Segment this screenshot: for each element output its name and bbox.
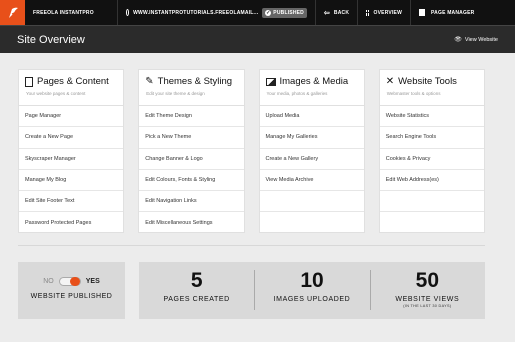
stat-value: 50 xyxy=(415,269,439,292)
page-icon xyxy=(419,9,425,16)
page-manager-label: PAGE MANAGER xyxy=(431,9,475,16)
stat-images: 10 IMAGES UPLOADED xyxy=(254,262,369,319)
stat-note: (IN THE LAST 30 DAYS) xyxy=(403,304,452,308)
card-header: ✕ Website Tools Webmaster tools & options xyxy=(379,70,484,106)
empty-row xyxy=(260,212,364,233)
stat-views: 50 WEBSITE VIEWS (IN THE LAST 30 DAYS) xyxy=(369,262,485,319)
toggle-knob[interactable] xyxy=(69,277,80,286)
toggle-no-label: NO xyxy=(43,278,54,285)
menu-item-page-manager[interactable]: Page Manager xyxy=(19,106,124,128)
top-navigation-bar: FREEOLA INSTANTPRO WWW.INSTANTPROTUTORIA… xyxy=(0,0,515,25)
card-title: Themes & Styling xyxy=(157,76,233,87)
menu-item-manage-blog[interactable]: Manage My Blog xyxy=(19,170,124,192)
back-button[interactable]: ⇦ BACK xyxy=(316,0,358,25)
image-icon xyxy=(265,77,276,86)
card-header: ✎ Themes & Styling Edit your site theme &… xyxy=(139,70,244,106)
globe-icon xyxy=(126,9,130,16)
stat-pages: 5 PAGES CREATED xyxy=(139,262,254,319)
document-icon xyxy=(25,76,33,87)
published-status: PUBLISHED xyxy=(273,9,304,16)
menu-item-create-gallery[interactable]: Create a New Gallery xyxy=(259,149,364,170)
menu-item-manage-galleries[interactable]: Manage My Galleries xyxy=(259,127,364,149)
stat-value: 5 xyxy=(190,269,203,292)
stat-label: WEBSITE VIEWS xyxy=(395,296,460,303)
card-title: Images & Media xyxy=(279,76,349,87)
tools-icon: ✕ xyxy=(385,75,395,87)
menu-item-pick-theme[interactable]: Pick a New Theme xyxy=(139,127,244,149)
menu-item-create-page[interactable]: Create a New Page xyxy=(19,127,124,149)
empty-row xyxy=(259,191,364,213)
arrow-left-icon: ⇦ xyxy=(323,9,330,17)
menu-item-change-banner[interactable]: Change Banner & Logo xyxy=(139,149,244,170)
empty-row xyxy=(379,191,484,213)
stat-label: IMAGES UPLOADED xyxy=(273,296,351,303)
card-subtitle: Webmaster tools & options xyxy=(386,91,441,96)
overview-button[interactable]: OVERVIEW xyxy=(358,0,411,25)
card-pages-content: Pages & Content Your website pages & con… xyxy=(18,69,125,233)
card-title: Pages & Content xyxy=(37,76,109,87)
publish-panel: NO YES WEBSITE PUBLISHED xyxy=(18,262,125,319)
card-subtitle: Edit your site theme & design xyxy=(146,91,205,96)
brand-name: FREEOLA INSTANTPRO xyxy=(25,0,118,25)
paintbrush-icon: ✎ xyxy=(145,75,154,87)
menu-item-upload-media[interactable]: Upload Media xyxy=(259,106,364,128)
site-address-bar[interactable]: WWW.INSTANTPROTUTORIALS.FREEOLAMAIL... ✓… xyxy=(118,0,316,25)
card-themes-styling: ✎ Themes & Styling Edit your site theme &… xyxy=(138,69,245,233)
external-link-icon: 👁 xyxy=(454,37,462,43)
page-header: Site Overview 👁 View Website xyxy=(0,25,515,53)
card-subtitle: Your website pages & content xyxy=(26,91,86,96)
menu-item-edit-footer[interactable]: Edit Site Footer Text xyxy=(19,191,124,213)
freeola-logo-icon[interactable] xyxy=(0,0,25,25)
menu-item-edit-theme[interactable]: Edit Theme Design xyxy=(139,106,244,128)
card-website-tools: ✕ Website Tools Webmaster tools & options… xyxy=(378,69,485,233)
view-website-label: View Website xyxy=(464,36,498,43)
stat-value: 10 xyxy=(300,269,324,292)
card-title: Website Tools xyxy=(398,76,457,87)
overview-label: OVERVIEW xyxy=(373,9,402,16)
site-address: WWW.INSTANTPROTUTORIALS.FREEOLAMAIL... xyxy=(133,9,259,16)
brand-label: FREEOLA INSTANTPRO xyxy=(33,9,94,16)
card-header: Pages & Content Your website pages & con… xyxy=(19,70,124,106)
menu-item-edit-web-address[interactable]: Edit Web Address(es) xyxy=(379,170,484,192)
menu-item-password-pages[interactable]: Password Protected Pages xyxy=(19,212,123,233)
menu-item-misc-settings[interactable]: Edit Miscellaneous Settings xyxy=(139,212,243,233)
card-subtitle: Your media, photos & galleries xyxy=(266,91,328,96)
stat-label: PAGES CREATED xyxy=(163,296,230,303)
check-icon: ✓ xyxy=(265,9,272,16)
menu-item-edit-navigation[interactable]: Edit Navigation Links xyxy=(139,191,244,213)
toggle-yes-label: YES xyxy=(85,278,100,285)
stats-panel: 5 PAGES CREATED 10 IMAGES UPLOADED 50 WE… xyxy=(139,262,485,319)
menu-item-search-engine-tools[interactable]: Search Engine Tools xyxy=(379,127,484,149)
page-title: Site Overview xyxy=(17,33,85,46)
card-header: Images & Media Your media, photos & gall… xyxy=(259,70,364,106)
page-manager-button[interactable]: PAGE MANAGER xyxy=(411,0,515,25)
menu-item-skyscraper-manager[interactable]: Skyscraper Manager xyxy=(19,149,124,170)
menu-item-cookies-privacy[interactable]: Cookies & Privacy xyxy=(379,149,484,170)
card-images-media: Images & Media Your media, photos & gall… xyxy=(258,69,365,233)
back-label: BACK xyxy=(333,9,350,16)
published-badge: ✓ PUBLISHED xyxy=(262,7,307,18)
menu-item-edit-colours[interactable]: Edit Colours, Fonts & Styling xyxy=(139,170,244,192)
view-website-link[interactable]: 👁 View Website xyxy=(454,36,498,44)
publish-label: WEBSITE PUBLISHED xyxy=(30,293,113,300)
publish-toggle[interactable] xyxy=(58,277,81,286)
overview-cards: Pages & Content Your website pages & con… xyxy=(18,69,485,233)
grid-icon xyxy=(366,9,369,16)
section-divider xyxy=(18,245,485,246)
menu-item-website-statistics[interactable]: Website Statistics xyxy=(379,106,484,128)
menu-item-media-archive[interactable]: View Media Archive xyxy=(259,170,364,192)
empty-row xyxy=(380,212,484,233)
